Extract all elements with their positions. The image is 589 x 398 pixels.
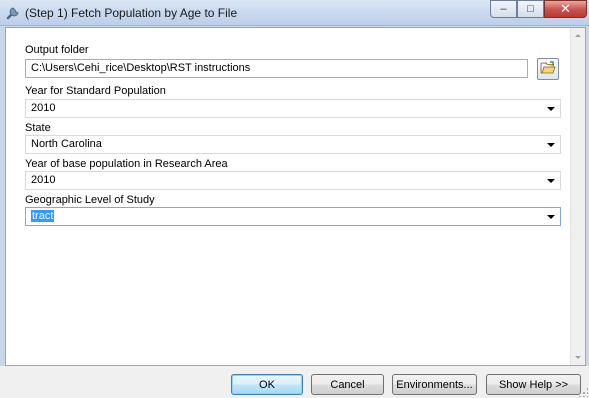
state-label: State <box>25 122 51 134</box>
year-base-dropdown[interactable]: 2010 <box>25 171 561 190</box>
close-button[interactable]: ✕ <box>544 0 587 18</box>
scroll-up-icon[interactable] <box>571 28 585 43</box>
maximize-icon: □ <box>527 3 534 15</box>
environments-button[interactable]: Environments... <box>392 374 477 395</box>
minimize-icon: – <box>500 3 507 15</box>
year-standard-value: 2010 <box>31 102 56 114</box>
parameters-panel: Output folder C:\Users\Cehi_rice\Desktop… <box>5 27 586 366</box>
chevron-down-icon[interactable] <box>544 208 558 225</box>
window-title: (Step 1) Fetch Population by Age to File <box>25 6 238 20</box>
year-base-value: 2010 <box>31 174 56 186</box>
scroll-down-icon[interactable] <box>571 350 585 365</box>
cancel-button[interactable]: Cancel <box>311 374 384 395</box>
state-value: North Carolina <box>31 138 102 150</box>
chevron-down-icon[interactable] <box>544 100 558 117</box>
chevron-down-icon[interactable] <box>544 172 558 189</box>
chevron-down-icon[interactable] <box>544 136 558 153</box>
year-base-label: Year of base population in Research Area <box>25 158 228 170</box>
geographic-level-label: Geographic Level of Study <box>25 194 155 206</box>
vertical-scrollbar[interactable] <box>570 28 585 365</box>
title-bar[interactable]: (Step 1) Fetch Population by Age to File… <box>0 0 589 26</box>
year-standard-dropdown[interactable]: 2010 <box>25 99 561 118</box>
browse-folder-button[interactable] <box>537 58 559 80</box>
year-standard-label: Year for Standard Population <box>25 85 166 97</box>
ok-button[interactable]: OK <box>231 374 303 395</box>
minimize-button[interactable]: – <box>490 0 517 18</box>
close-icon: ✕ <box>560 1 571 16</box>
open-folder-icon <box>540 60 556 78</box>
output-folder-field[interactable]: C:\Users\Cehi_rice\Desktop\RST instructi… <box>25 59 528 78</box>
geographic-level-dropdown[interactable]: tract <box>25 207 561 226</box>
state-dropdown[interactable]: North Carolina <box>25 135 561 154</box>
tool-icon <box>5 5 21 21</box>
window-controls: – □ ✕ <box>490 0 587 20</box>
maximize-button[interactable]: □ <box>517 0 544 18</box>
output-folder-label: Output folder <box>25 44 89 56</box>
show-help-button[interactable]: Show Help >> <box>486 374 581 395</box>
geographic-level-value: tract <box>31 210 55 222</box>
dialog-button-bar: OK Cancel Environments... Show Help >> <box>0 366 589 398</box>
